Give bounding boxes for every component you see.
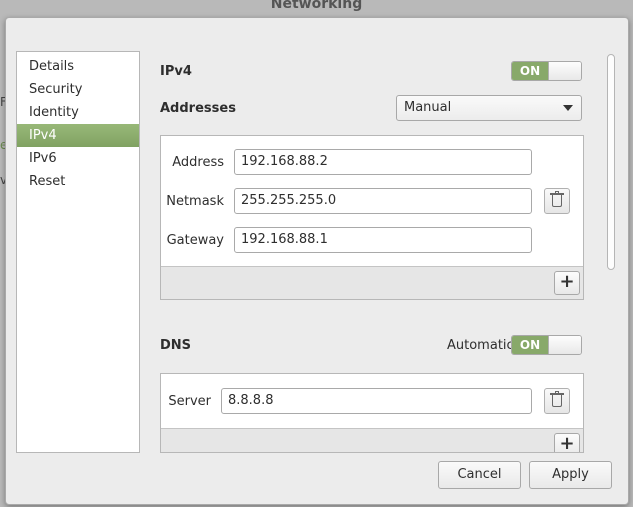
addresses-label: Addresses <box>160 101 236 116</box>
delete-dns-button[interactable] <box>544 388 570 414</box>
dns-automatic-toggle[interactable]: ON <box>511 335 582 355</box>
sidebar: Details Security Identity IPv4 IPv6 Rese… <box>16 51 140 453</box>
ipv4-toggle[interactable]: ON <box>511 61 582 81</box>
addresses-panel-footer: + <box>161 266 583 299</box>
netmask-label: Netmask <box>166 194 224 209</box>
delete-address-button[interactable] <box>544 188 570 214</box>
gateway-label: Gateway <box>166 233 224 248</box>
trash-icon-body <box>552 195 562 207</box>
dns-heading: DNS <box>160 338 192 353</box>
sidebar-item-reset[interactable]: Reset <box>17 170 139 193</box>
toggle-on-label: ON <box>512 336 548 354</box>
sidebar-item-ipv4[interactable]: IPv4 <box>17 124 139 147</box>
toggle-on-label: ON <box>512 62 548 80</box>
scrollbar-thumb[interactable] <box>607 54 615 270</box>
network-dialog: Details Security Identity IPv4 IPv6 Rese… <box>5 17 629 505</box>
toggle-knob <box>548 336 581 354</box>
apply-button[interactable]: Apply <box>529 461 612 489</box>
server-label: Server <box>168 394 211 409</box>
dns-automatic-label: Automatic <box>447 338 514 353</box>
sidebar-item-identity[interactable]: Identity <box>17 101 139 124</box>
gateway-field[interactable]: 192.168.88.1 <box>234 227 532 253</box>
add-dns-button[interactable]: + <box>554 433 580 452</box>
ipv4-heading: IPv4 <box>160 64 192 79</box>
add-address-button[interactable]: + <box>554 271 580 295</box>
window-title: Networking <box>270 0 363 12</box>
sidebar-item-security[interactable]: Security <box>17 78 139 101</box>
chevron-down-icon <box>563 105 573 111</box>
dns-panel-footer: + <box>161 428 583 452</box>
sidebar-item-details[interactable]: Details <box>17 55 139 78</box>
netmask-field[interactable]: 255.255.255.0 <box>234 188 532 214</box>
dns-panel: Server 8.8.8.8 + <box>160 373 584 453</box>
method-dropdown[interactable]: Manual <box>396 95 582 121</box>
toggle-knob <box>548 62 581 80</box>
address-field[interactable]: 192.168.88.2 <box>234 149 532 175</box>
trash-icon-body <box>552 395 562 407</box>
addresses-panel: Address 192.168.88.2 Netmask 255.255.255… <box>160 135 584 300</box>
dns-server-field[interactable]: 8.8.8.8 <box>221 388 532 414</box>
sidebar-item-ipv6[interactable]: IPv6 <box>17 147 139 170</box>
cancel-button[interactable]: Cancel <box>438 461 521 489</box>
method-value: Manual <box>404 100 452 115</box>
address-label: Address <box>172 155 224 170</box>
